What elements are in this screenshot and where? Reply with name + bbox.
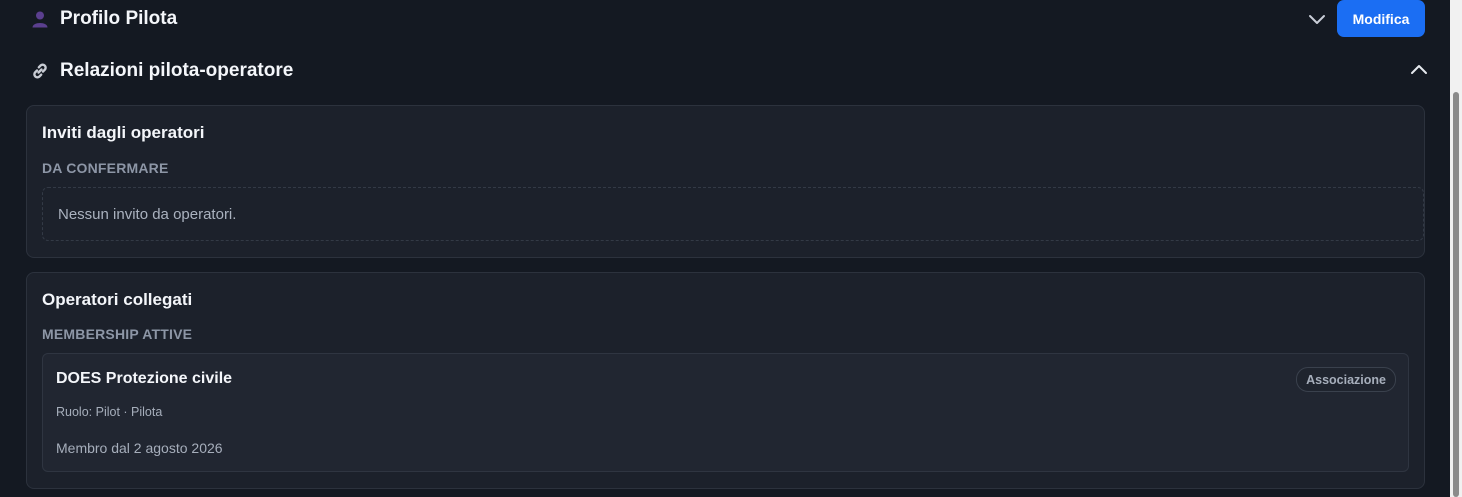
chevron-down-icon[interactable] — [1306, 8, 1328, 30]
membership-since: Membro dal 2 agosto 2026 — [56, 440, 223, 456]
scrollbar-thumb[interactable] — [1453, 92, 1459, 497]
edit-profile-button[interactable]: Modifica — [1337, 0, 1425, 37]
membership-type-badge: Associazione — [1296, 367, 1396, 392]
membership-item[interactable]: DOES Protezione civile Associazione Ruol… — [42, 353, 1409, 472]
membership-operator-name: DOES Protezione civile — [56, 370, 233, 387]
operators-card-title: Operatori collegati — [42, 290, 193, 309]
invites-empty-state: Nessun invito da operatori. — [42, 187, 1424, 241]
page: Profilo Pilota Modifica Relazioni pilota… — [0, 0, 1450, 497]
membership-role: Ruolo: Pilot · Pilota — [56, 405, 163, 419]
link-icon — [30, 61, 50, 81]
relations-section-header[interactable]: Relazioni pilota-operatore — [30, 60, 293, 82]
profile-section-header[interactable]: Profilo Pilota — [30, 8, 177, 30]
invites-card-subtitle: DA CONFERMARE — [42, 160, 169, 176]
operators-card-subtitle: MEMBERSHIP ATTIVE — [42, 326, 193, 342]
operators-card: Operatori collegati MEMBERSHIP ATTIVE DO… — [26, 272, 1425, 489]
invites-card: Inviti dagli operatori DA CONFERMARE Nes… — [26, 105, 1425, 258]
profile-section-title: Profilo Pilota — [60, 8, 178, 29]
scrollbar[interactable] — [1450, 0, 1462, 497]
chevron-up-icon[interactable] — [1408, 59, 1430, 81]
relations-section-title: Relazioni pilota-operatore — [60, 60, 294, 81]
user-icon — [30, 9, 50, 29]
invites-card-title: Inviti dagli operatori — [42, 123, 205, 142]
